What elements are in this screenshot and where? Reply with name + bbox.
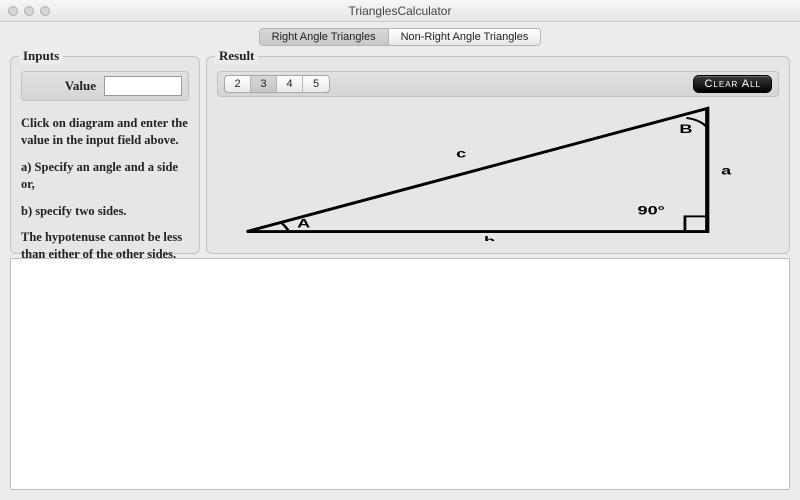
instruction-line: a) Specify an angle and a side or,	[21, 159, 189, 193]
traffic-lights	[0, 6, 50, 16]
value-row: Value	[21, 71, 189, 101]
precision-option-4[interactable]: 4	[277, 76, 303, 92]
clear-all-button[interactable]: Clear All	[693, 75, 772, 93]
instruction-line: Click on diagram and enter the value in …	[21, 115, 189, 149]
value-label: Value	[65, 78, 96, 94]
tabs-container: Right Angle Triangles Non-Right Angle Tr…	[0, 22, 800, 46]
diagram-angle-b[interactable]: B	[679, 123, 692, 136]
zoom-window-button[interactable]	[40, 6, 50, 16]
result-toolbar: 2 3 4 5 Clear All	[217, 71, 779, 97]
panel-row: Inputs Value Click on diagram and enter …	[0, 48, 800, 258]
window-content: Right Angle Triangles Non-Right Angle Tr…	[0, 22, 800, 500]
close-window-button[interactable]	[8, 6, 18, 16]
diagram-right-angle: 90°	[638, 204, 665, 218]
value-input[interactable]	[104, 76, 182, 96]
tab-non-right-angle[interactable]: Non-Right Angle Triangles	[389, 29, 541, 45]
instruction-line: b) specify two sides.	[21, 203, 189, 220]
precision-option-5[interactable]: 5	[303, 76, 329, 92]
inputs-title: Inputs	[19, 48, 63, 64]
diagram-side-c[interactable]: c	[456, 147, 467, 160]
titlebar: TrianglesCalculator	[0, 0, 800, 22]
instructions: Click on diagram and enter the value in …	[21, 115, 189, 263]
inputs-group: Inputs Value Click on diagram and enter …	[10, 56, 200, 254]
tab-right-angle[interactable]: Right Angle Triangles	[260, 29, 389, 45]
output-area	[10, 258, 790, 490]
diagram-side-a[interactable]: a	[721, 164, 732, 177]
result-title: Result	[215, 48, 258, 64]
tabs: Right Angle Triangles Non-Right Angle Tr…	[259, 28, 542, 46]
precision-segmented-control: 2 3 4 5	[224, 75, 330, 93]
result-group: Result 2 3 4 5 Clear All	[206, 56, 790, 254]
triangle-diagram[interactable]: A B c a 90° b	[219, 99, 777, 241]
diagram-side-b[interactable]: b	[484, 234, 495, 241]
minimize-window-button[interactable]	[24, 6, 34, 16]
window-title: TrianglesCalculator	[0, 4, 800, 18]
precision-option-3[interactable]: 3	[251, 76, 277, 92]
precision-option-2[interactable]: 2	[225, 76, 251, 92]
window: TrianglesCalculator Right Angle Triangle…	[0, 0, 800, 500]
diagram-angle-a[interactable]: A	[297, 217, 310, 230]
